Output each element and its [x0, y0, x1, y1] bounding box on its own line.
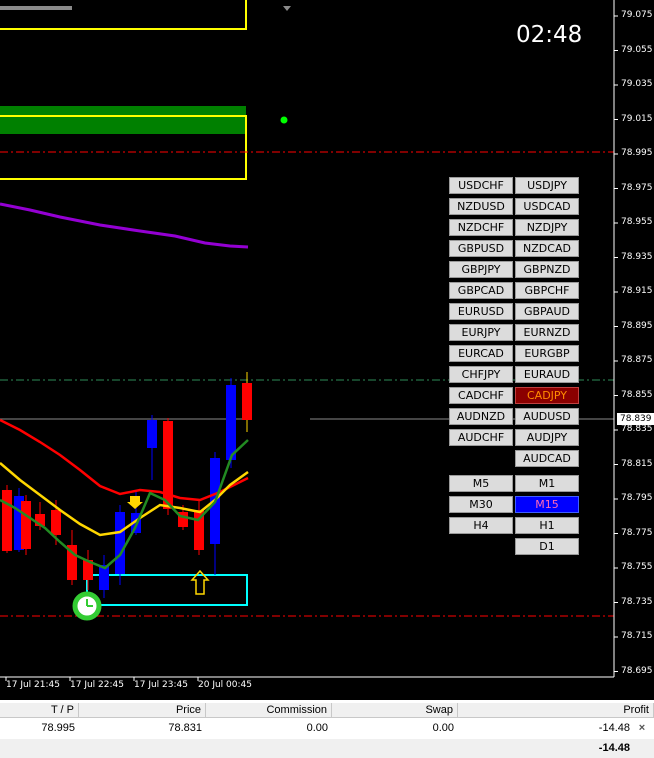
- col-header-swap[interactable]: Swap: [332, 703, 458, 718]
- symbol-button-nzdjpy[interactable]: NZDJPY: [515, 219, 579, 236]
- col-header-tp[interactable]: T / P: [0, 703, 79, 718]
- symbol-button-eurnzd[interactable]: EURNZD: [515, 324, 579, 341]
- price-tick-label: 79.075: [621, 10, 653, 20]
- candles-group: [2, 372, 252, 598]
- col-header-profit[interactable]: Profit: [458, 703, 654, 718]
- symbol-button-cadjpy[interactable]: CADJPY: [515, 387, 579, 404]
- timeframe-button-m1[interactable]: M1: [515, 475, 579, 492]
- cell-tp: 78.995: [41, 722, 75, 734]
- timeframe-button-h1[interactable]: H1: [515, 517, 579, 534]
- total-profit: -14.48: [598, 742, 630, 754]
- symbol-button-chfjpy[interactable]: CHFJPY: [449, 366, 513, 383]
- price-tick-label: 78.695: [621, 665, 653, 676]
- symbol-button-nzdchf[interactable]: NZDCHF: [449, 219, 513, 236]
- price-tick-label: 78.875: [621, 355, 653, 365]
- symbol-button-eurgbp[interactable]: EURGBP: [515, 345, 579, 362]
- cell-commission: 0.00: [306, 722, 328, 734]
- symbol-button-nzdcad[interactable]: NZDCAD: [515, 240, 579, 257]
- price-tick-label: 78.795: [621, 493, 653, 503]
- timeframe-button-d1[interactable]: D1: [515, 538, 579, 555]
- price-tick-label: 78.995: [621, 148, 653, 158]
- col-header-price[interactable]: Price: [79, 703, 206, 718]
- price-tick-label: 78.835: [621, 424, 653, 434]
- timeframe-button-m30[interactable]: M30: [449, 496, 513, 513]
- symbol-button-gbpchf[interactable]: GBPCHF: [515, 282, 579, 299]
- candle-bear: [51, 510, 61, 535]
- candle-bull: [147, 420, 157, 448]
- price-tick-label: 78.975: [621, 182, 653, 193]
- symbol-button-gbpnzd[interactable]: GBPNZD: [515, 261, 579, 278]
- chart-shift-marker: [283, 6, 291, 11]
- total-row: -14.48: [0, 739, 654, 758]
- symbol-button-gbpcad[interactable]: GBPCAD: [449, 282, 513, 299]
- timeframe-button-m15[interactable]: M15: [515, 496, 579, 513]
- green-zone: [0, 106, 246, 134]
- supply-zone-top: [0, 0, 247, 30]
- price-tick-label: 78.755: [621, 562, 653, 572]
- symbol-button-audcad[interactable]: AUDCAD: [515, 450, 579, 467]
- cell-swap: 0.00: [432, 722, 454, 734]
- symbol-button-eurjpy[interactable]: EURJPY: [449, 324, 513, 341]
- ma-purple: [0, 202, 249, 249]
- symbol-button-cadchf[interactable]: CADCHF: [449, 387, 513, 404]
- bar-countdown-clock: 02:48: [516, 22, 583, 48]
- col-header-commission[interactable]: Commission: [206, 703, 332, 718]
- price-tick-label: 78.735: [621, 596, 653, 607]
- price-tick-label: 79.015: [621, 113, 653, 124]
- price-tick-label: 78.715: [621, 631, 653, 641]
- symbol-button-eurusd[interactable]: EURUSD: [449, 303, 513, 320]
- sell-arrow-icon: [127, 496, 143, 509]
- timeframe-button-m5[interactable]: M5: [449, 475, 513, 492]
- candle-bear: [2, 490, 12, 551]
- symbol-button-audjpy[interactable]: AUDJPY: [515, 429, 579, 446]
- time-tick-label: 17 Jul 23:45: [134, 680, 188, 690]
- cell-price: 78.831: [168, 722, 202, 734]
- demand-zone: [86, 574, 248, 606]
- signal-dot: [280, 116, 288, 124]
- price-tick-label: 78.775: [621, 527, 653, 538]
- symbol-button-usdcad[interactable]: USDCAD: [515, 198, 579, 215]
- current-price-label: 78.839: [617, 413, 654, 425]
- price-tick-label: 78.855: [621, 389, 653, 400]
- time-tick-label: 20 Jul 00:45: [198, 680, 252, 690]
- price-tick-label: 78.895: [621, 320, 653, 331]
- symbol-button-usdchf[interactable]: USDCHF: [449, 177, 513, 194]
- symbol-button-gbpaud[interactable]: GBPAUD: [515, 303, 579, 320]
- price-tick-label: 78.955: [621, 217, 653, 227]
- timeframe-button-h4[interactable]: H4: [449, 517, 513, 534]
- candle-bear: [21, 501, 31, 549]
- price-tick-label: 79.035: [621, 79, 653, 89]
- close-icon[interactable]: ×: [636, 721, 648, 735]
- symbol-button-usdjpy[interactable]: USDJPY: [515, 177, 579, 194]
- symbol-button-gbpusd[interactable]: GBPUSD: [449, 240, 513, 257]
- symbol-button-gbpjpy[interactable]: GBPJPY: [449, 261, 513, 278]
- symbol-button-audnzd[interactable]: AUDNZD: [449, 408, 513, 425]
- price-tick-label: 78.935: [621, 251, 653, 262]
- cell-profit: -14.48: [598, 722, 630, 734]
- price-tick-label: 78.915: [621, 286, 653, 296]
- trade-terminal: T / P Price Commission Swap Profit 78.99…: [0, 700, 654, 758]
- price-tick-label: 79.055: [621, 44, 653, 55]
- candle-bull: [226, 385, 236, 460]
- time-tick-label: 17 Jul 22:45: [70, 680, 124, 690]
- symbol-button-audusd[interactable]: AUDUSD: [515, 408, 579, 425]
- time-tick-label: 17 Jul 21:45: [6, 680, 60, 690]
- price-chart[interactable]: 02:48 79.075 79.055 79.035 79.015 78.995 78.9…: [0, 0, 654, 700]
- symbol-button-nzdusd[interactable]: NZDUSD: [449, 198, 513, 215]
- symbol-button-euraud[interactable]: EURAUD: [515, 366, 579, 383]
- candle-bear-current: [242, 383, 252, 420]
- candle-bull: [115, 512, 125, 574]
- symbol-button-audchf[interactable]: AUDCHF: [449, 429, 513, 446]
- symbol-button-eurcad[interactable]: EURCAD: [449, 345, 513, 362]
- scroll-indicator: [0, 6, 72, 10]
- price-tick-label: 78.815: [621, 458, 653, 469]
